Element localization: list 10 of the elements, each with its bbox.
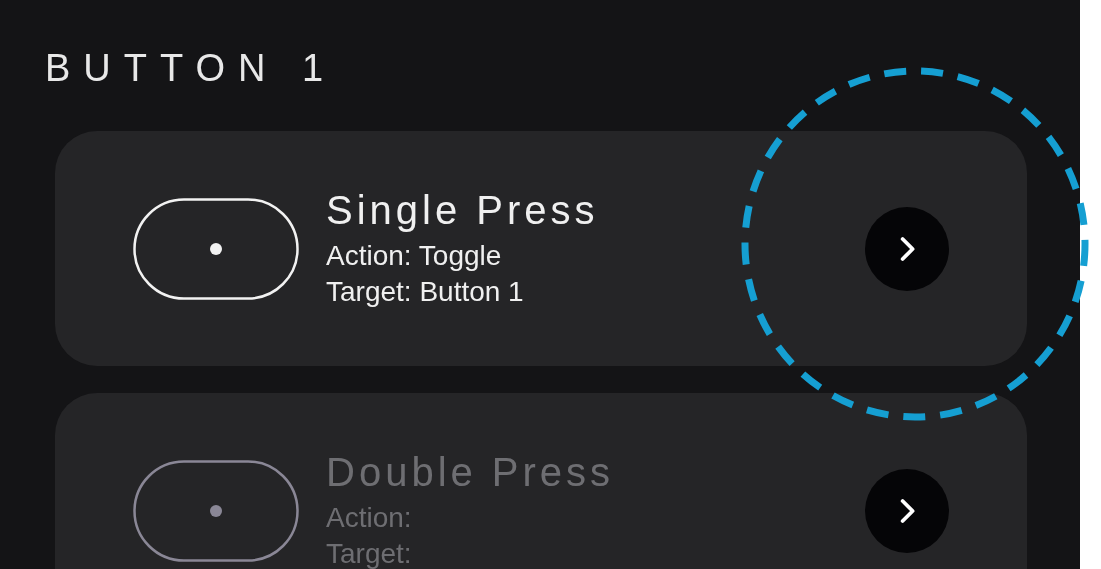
target-label: Target: <box>326 536 413 569</box>
press-card[interactable]: Single Press Action: Toggle Target: Button 1 <box>55 131 1027 366</box>
press-title: Single Press <box>326 187 600 232</box>
action-label: Action: Toggle <box>326 238 503 273</box>
section-title: BUTTON 1 <box>45 46 338 90</box>
button-shape-icon <box>133 459 299 562</box>
target-label: Target: Button 1 <box>326 274 525 309</box>
action-label: Action: <box>326 500 413 535</box>
press-title: Double Press <box>326 449 616 494</box>
button-shape-icon <box>133 197 299 300</box>
